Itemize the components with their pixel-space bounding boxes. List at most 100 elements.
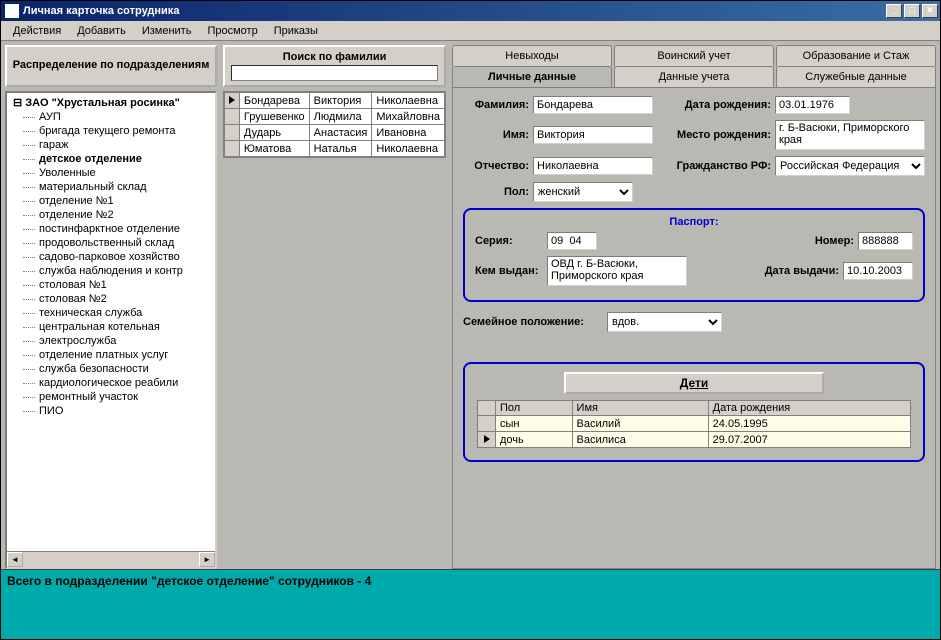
label-passport-number: Номер: — [815, 235, 854, 247]
cell: Анастасия — [309, 125, 372, 141]
tab-service[interactable]: Служебные данные — [776, 66, 936, 87]
cell: Наталья — [309, 141, 372, 157]
tab-absences[interactable]: Невыходы — [452, 45, 612, 66]
table-row[interactable]: ДударьАнастасияИвановна — [225, 125, 445, 141]
input-passport-issued-by[interactable]: ОВД г. Б-Васюки, Приморского края — [547, 256, 687, 286]
menu-edit[interactable]: Изменить — [134, 23, 200, 39]
tree-item[interactable]: кардиологическое реабили — [11, 376, 215, 390]
table-row[interactable]: дочьВасилиса29.07.2007 — [478, 432, 911, 448]
row-header — [478, 401, 496, 416]
tree-item[interactable]: ПИО — [11, 404, 215, 418]
label-lastname: Фамилия: — [463, 99, 529, 111]
minimize-button[interactable]: _ — [886, 4, 902, 18]
input-firstname[interactable] — [533, 126, 653, 144]
col-dob: Дата рождения — [708, 401, 910, 416]
label-passport-issued-by: Кем выдан: — [475, 265, 543, 277]
input-lastname[interactable] — [533, 96, 653, 114]
search-panel: Поиск по фамилии БондареваВикторияНикола… — [223, 45, 446, 569]
cell: дочь — [496, 432, 573, 448]
search-input[interactable] — [231, 65, 438, 81]
tree-item[interactable]: садово-парковое хозяйство — [11, 250, 215, 264]
select-marital[interactable]: вдов. — [607, 312, 722, 332]
tree-item[interactable]: отделение №2 — [11, 208, 215, 222]
tree-item[interactable]: столовая №2 — [11, 292, 215, 306]
tree-item[interactable]: столовая №1 — [11, 278, 215, 292]
input-birthplace[interactable]: г. Б-Васюки, Приморского края — [775, 120, 925, 150]
cell: Грушевенко — [239, 109, 309, 125]
label-passport-issue-date: Дата выдачи: — [765, 265, 839, 277]
label-patronymic: Отчество: — [463, 160, 529, 172]
children-grid[interactable]: ПолИмяДата рождениясынВасилий24.05.1995д… — [477, 400, 911, 448]
table-row[interactable]: ГрушевенкоЛюдмилаМихайловна — [225, 109, 445, 125]
scroll-left-icon[interactable]: ◄ — [7, 552, 23, 567]
tree-item[interactable]: отделение платных услуг — [11, 348, 215, 362]
label-sex: Пол: — [463, 186, 529, 198]
row-header — [225, 125, 240, 141]
departments-tree[interactable]: ⊟ ЗАО "Хрустальная росинка"АУПбригада те… — [5, 91, 217, 569]
select-sex[interactable]: женский — [533, 182, 633, 202]
children-group: Дети ПолИмяДата рождениясынВасилий24.05.… — [463, 362, 925, 462]
tree-item[interactable]: детское отделение — [11, 152, 215, 166]
tree-item[interactable]: техническая служба — [11, 306, 215, 320]
window-title: Личная карточка сотрудника — [23, 5, 886, 17]
tree-item[interactable]: материальный склад — [11, 180, 215, 194]
tab-personal[interactable]: Личные данные — [452, 66, 612, 87]
tree-item[interactable]: отделение №1 — [11, 194, 215, 208]
departments-header: Распределение по подразделениям — [5, 45, 217, 87]
tree-item[interactable]: служба наблюдения и контр — [11, 264, 215, 278]
passport-title: Паспорт: — [475, 216, 913, 228]
tree-root[interactable]: ⊟ ЗАО "Хрустальная росинка" — [11, 95, 215, 110]
close-button[interactable]: ✕ — [922, 4, 938, 18]
maximize-button[interactable]: □ — [904, 4, 920, 18]
tabs-row-1: Невыходы Воинский учет Образование и Ста… — [452, 45, 936, 66]
tab-military[interactable]: Воинский учет — [614, 45, 774, 66]
label-marital: Семейное положение: — [463, 316, 603, 328]
row-pointer-icon — [484, 435, 490, 443]
statusbar: Всего в подразделении "детское отделение… — [1, 569, 940, 639]
tree-item[interactable]: электрослужба — [11, 334, 215, 348]
row-header — [478, 432, 496, 448]
scroll-right-icon[interactable]: ► — [199, 552, 215, 567]
table-row[interactable]: ЮматоваНатальяНиколаевна — [225, 141, 445, 157]
menu-add[interactable]: Добавить — [69, 23, 134, 39]
tree-item[interactable]: АУП — [11, 110, 215, 124]
table-row[interactable]: БондареваВикторияНиколаевна — [225, 93, 445, 109]
tree-item[interactable]: центральная котельная — [11, 320, 215, 334]
input-passport-issue-date[interactable] — [843, 262, 913, 280]
tree-item[interactable]: бригада текущего ремонта — [11, 124, 215, 138]
select-citizenship[interactable]: Российская Федерация — [775, 156, 925, 176]
cell: Ивановна — [372, 125, 445, 141]
input-passport-series[interactable] — [547, 232, 597, 250]
tab-education[interactable]: Образование и Стаж — [776, 45, 936, 66]
tree-item[interactable]: постинфарктное отделение — [11, 222, 215, 236]
input-patronymic[interactable] — [533, 157, 653, 175]
input-passport-number[interactable] — [858, 232, 913, 250]
tree-item[interactable]: ремонтный участок — [11, 390, 215, 404]
table-row[interactable]: сынВасилий24.05.1995 — [478, 416, 911, 432]
label-citizenship: Гражданство РФ: — [661, 160, 771, 172]
passport-group: Паспорт: Серия: Номер: Кем выдан: ОВД г.… — [463, 208, 925, 302]
menu-view[interactable]: Просмотр — [199, 23, 265, 39]
tree-item[interactable]: Уволенные — [11, 166, 215, 180]
client-area: Распределение по подразделениям ⊟ ЗАО "Х… — [1, 41, 940, 639]
cell: Василиса — [572, 432, 708, 448]
cell: Людмила — [309, 109, 372, 125]
menu-actions[interactable]: Действия — [5, 23, 69, 39]
input-birthdate[interactable] — [775, 96, 850, 114]
tree-item[interactable]: служба безопасности — [11, 362, 215, 376]
tree-item[interactable]: продовольственный склад — [11, 236, 215, 250]
row-header — [225, 141, 240, 157]
tree-hscrollbar[interactable]: ◄ ► — [7, 551, 215, 567]
children-button[interactable]: Дети — [564, 372, 824, 394]
label-firstname: Имя: — [463, 129, 529, 141]
search-header: Поиск по фамилии — [223, 45, 446, 87]
tree-item[interactable]: гараж — [11, 138, 215, 152]
cell: 24.05.1995 — [708, 416, 910, 432]
cell: Василий — [572, 416, 708, 432]
row-header — [225, 93, 240, 109]
cell: Дударь — [239, 125, 309, 141]
menubar: Действия Добавить Изменить Просмотр Прик… — [1, 21, 940, 41]
employee-grid[interactable]: БондареваВикторияНиколаевнаГрушевенкоЛюд… — [223, 91, 446, 158]
tab-account[interactable]: Данные учета — [614, 66, 774, 87]
menu-orders[interactable]: Приказы — [266, 23, 326, 39]
